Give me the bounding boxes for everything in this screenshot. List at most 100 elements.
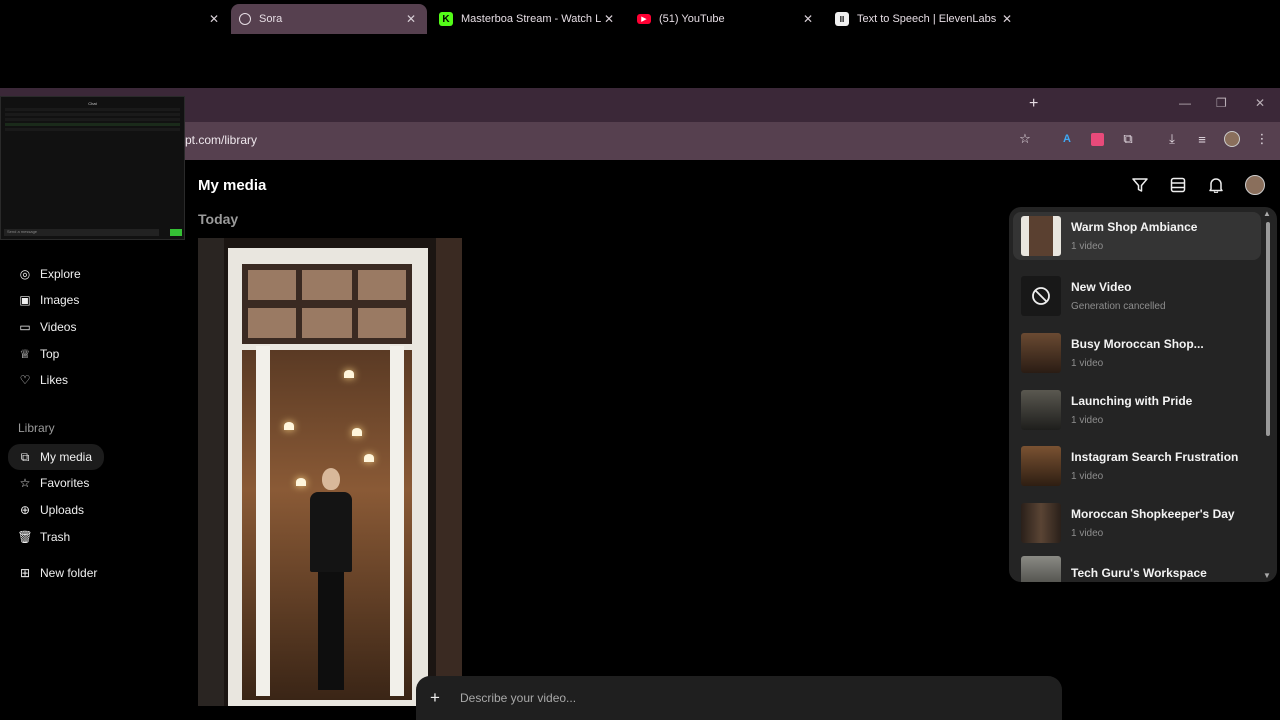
window-pane — [358, 308, 406, 338]
filter-icon[interactable] — [1130, 175, 1150, 195]
trash-icon: 🗑︎ — [17, 530, 33, 544]
sora-icon — [239, 13, 251, 25]
sidebar-item-label: Uploads — [40, 503, 85, 517]
thumbnail — [1021, 390, 1061, 430]
screen: ✕ Sora ✕ K Masterboa Stream - Watch Live… — [0, 0, 1280, 720]
list-item[interactable]: Moroccan Shopkeeper's Day 1 video — [1021, 499, 1261, 547]
sidebar-item-uploads[interactable]: ⊕ Uploads — [18, 498, 84, 522]
kick-icon: K — [439, 12, 453, 26]
download-icon[interactable]: ⤓ — [1163, 130, 1181, 148]
list-item[interactable]: Launching with Pride 1 video — [1021, 386, 1261, 434]
tab-sora[interactable]: Sora ✕ — [231, 4, 427, 34]
tab-elevenlabs[interactable]: II Text to Speech | ElevenLabs ✕ — [827, 4, 1023, 34]
list-item[interactable]: Tech Guru's Workspace — [1021, 556, 1261, 582]
extension-app-icon[interactable] — [1088, 130, 1106, 148]
close-window-button[interactable]: ✕ — [1255, 96, 1265, 110]
sidebar-item-favorites[interactable]: ☆ Favorites — [18, 471, 90, 495]
sidebar-item-label: Videos — [40, 320, 77, 334]
extension-translate-icon[interactable]: A — [1058, 130, 1076, 148]
grid-view-icon[interactable] — [1168, 175, 1188, 195]
sidebar-item-videos[interactable]: ▭ Videos — [18, 315, 76, 339]
tab-youtube[interactable]: ▶ (51) YouTube ✕ — [629, 4, 824, 34]
window-pane — [302, 308, 352, 338]
door-right — [390, 346, 404, 696]
close-tab-icon[interactable]: ✕ — [800, 12, 816, 26]
person-torso — [310, 492, 352, 572]
close-tab-icon[interactable]: ✕ — [601, 12, 617, 26]
close-tab-icon[interactable]: ✕ — [999, 12, 1015, 26]
overlay-input[interactable]: Send a message — [4, 229, 159, 236]
media-control-icon[interactable]: ≡ — [1193, 130, 1211, 148]
sidebar-item-label: Likes — [40, 373, 69, 387]
lamp — [364, 454, 374, 462]
prompt-bar: + — [416, 676, 1062, 720]
overlay-text — [5, 113, 180, 116]
tab-title: (51) YouTube — [659, 13, 725, 25]
sidebar-item-likes[interactable]: ♡ Likes — [18, 368, 68, 392]
list-item[interactable]: New Video Generation cancelled — [1021, 272, 1261, 320]
item-sub: Generation cancelled — [1071, 301, 1166, 312]
sidebar-item-label: New folder — [40, 566, 98, 580]
scroll-down-arrow[interactable]: ▼ — [1263, 571, 1271, 580]
sidebar-item-trash[interactable]: 🗑︎ Trash — [17, 525, 70, 549]
lamp — [296, 478, 306, 486]
item-title: Tech Guru's Workspace — [1071, 566, 1207, 580]
window-pane — [248, 308, 296, 338]
tab-hidden[interactable]: ✕ — [185, 4, 227, 34]
sidebar-item-label: My media — [40, 450, 93, 464]
door-left — [256, 346, 270, 696]
describe-video-input[interactable] — [460, 691, 1020, 705]
window-pane — [248, 270, 296, 300]
overlay-title: Chat — [88, 101, 97, 106]
video-thumbnail[interactable] — [198, 238, 462, 706]
tab-title: Text to Speech | ElevenLabs — [857, 13, 997, 25]
overlay-chat-window: Chat Send a message — [0, 96, 185, 240]
section-heading-today: Today — [198, 211, 239, 227]
user-avatar[interactable] — [1245, 175, 1265, 195]
add-attachment-button[interactable]: + — [430, 688, 446, 708]
overlay-text — [5, 123, 180, 126]
item-sub: 1 video — [1071, 241, 1104, 252]
tab-title: Sora — [259, 13, 283, 25]
minimize-button[interactable]: — — [1179, 96, 1191, 110]
new-tab-button[interactable]: + — [1029, 95, 1038, 113]
list-item[interactable]: Warm Shop Ambiance 1 video — [1013, 212, 1261, 260]
extensions-puzzle-icon[interactable]: ⧉ — [1119, 130, 1137, 148]
sidebar-item-new-folder[interactable]: ⊞ New folder — [18, 561, 97, 585]
sidebar-item-label: Images — [40, 293, 80, 307]
item-title: Warm Shop Ambiance — [1071, 220, 1198, 234]
folder-plus-icon: ⊞ — [19, 566, 31, 580]
sidebar-item-explore[interactable]: ◎ Explore — [18, 262, 81, 286]
image-icon: ▣ — [19, 293, 31, 307]
video-icon: ▭ — [19, 320, 31, 334]
youtube-icon: ▶ — [637, 14, 651, 24]
person-head — [322, 468, 340, 490]
close-tab-icon[interactable]: ✕ — [209, 12, 219, 26]
tab-masterboa[interactable]: K Masterboa Stream - Watch Live ✕ — [431, 4, 625, 34]
profile-avatar-icon[interactable] — [1223, 130, 1241, 148]
overlay-text — [5, 108, 180, 111]
browser-menu-icon[interactable]: ⋮ — [1253, 130, 1271, 148]
item-title: Instagram Search Frustration — [1071, 450, 1239, 464]
item-title: New Video — [1071, 280, 1132, 294]
item-sub: 1 video — [1071, 471, 1104, 482]
list-item[interactable]: Instagram Search Frustration 1 video — [1021, 442, 1261, 490]
media-icon: ⧉ — [20, 449, 30, 464]
sidebar-item-my-media[interactable]: ⧉ My media — [8, 444, 105, 470]
heart-icon: ♡ — [19, 373, 31, 387]
star-icon: ☆ — [19, 476, 31, 490]
sidebar-item-images[interactable]: ▣ Images — [18, 288, 79, 312]
list-item[interactable]: Busy Moroccan Shop... 1 video — [1021, 329, 1261, 377]
restore-button[interactable]: ❐ — [1216, 96, 1227, 110]
scroll-up-arrow[interactable]: ▲ — [1263, 209, 1271, 218]
url-field[interactable]: pt.com/library — [185, 133, 257, 147]
notification-bell-icon[interactable] — [1206, 175, 1226, 195]
overlay-send-button[interactable] — [170, 229, 182, 236]
bookmark-star-icon[interactable]: ☆ — [1016, 130, 1034, 148]
sidebar-item-top[interactable]: ♕ Top — [18, 342, 60, 366]
item-title: Launching with Pride — [1071, 394, 1193, 408]
close-tab-icon[interactable]: ✕ — [403, 12, 419, 26]
thumbnail — [1021, 446, 1061, 486]
scrollbar-thumb[interactable] — [1266, 222, 1270, 436]
lamp — [344, 370, 354, 378]
